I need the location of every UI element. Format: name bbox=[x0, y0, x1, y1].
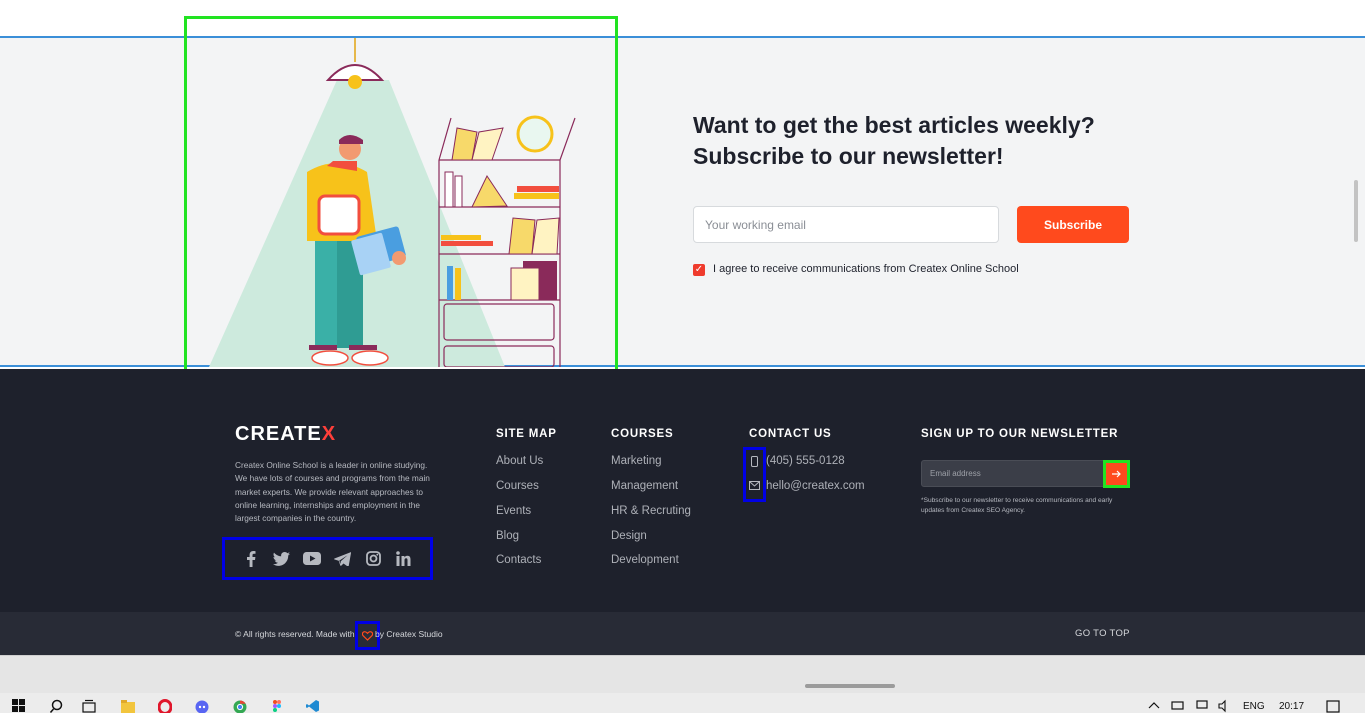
volume-icon[interactable] bbox=[1218, 699, 1232, 713]
browser-bottom-strip bbox=[0, 655, 1365, 693]
courses-link-hr[interactable]: HR & Recruting bbox=[611, 505, 691, 517]
instagram-icon[interactable] bbox=[364, 550, 382, 568]
footer bbox=[0, 369, 1365, 612]
opera-icon[interactable] bbox=[158, 699, 172, 713]
subscribe-button[interactable]: Subscribe bbox=[1017, 206, 1129, 243]
newsletter-title-line1: Want to get the best articles weekly? bbox=[693, 112, 1095, 138]
contact-email[interactable]: hello@createx.com bbox=[766, 480, 865, 492]
task-view-icon[interactable] bbox=[82, 699, 96, 713]
courses-link-marketing[interactable]: Marketing bbox=[611, 455, 662, 467]
vscode-icon[interactable] bbox=[306, 699, 320, 713]
logo-text: CREATE bbox=[235, 423, 322, 445]
file-explorer-icon[interactable] bbox=[121, 699, 135, 713]
youtube-icon[interactable] bbox=[303, 550, 322, 568]
chevron-up-icon[interactable] bbox=[1148, 699, 1162, 713]
arrow-right-icon bbox=[1111, 470, 1121, 478]
footer-email-field[interactable] bbox=[921, 460, 1104, 487]
agree-checkbox[interactable]: ✓ bbox=[693, 264, 705, 276]
windows-start-icon[interactable] bbox=[12, 699, 26, 713]
footer-subscribe-button[interactable] bbox=[1103, 460, 1130, 488]
phone-icon bbox=[751, 456, 758, 467]
agree-label: I agree to receive communications from C… bbox=[713, 263, 1019, 275]
contact-heading: CONTACT US bbox=[749, 428, 832, 440]
logo-accent: X bbox=[321, 423, 337, 445]
telegram-icon[interactable] bbox=[334, 550, 352, 568]
clock[interactable]: 20:17 bbox=[1279, 701, 1304, 712]
figma-icon[interactable] bbox=[270, 699, 284, 713]
site-map-link-contacts[interactable]: Contacts bbox=[496, 554, 541, 566]
notification-icon[interactable] bbox=[1326, 699, 1340, 713]
horizontal-scrollbar-thumb[interactable] bbox=[805, 684, 895, 688]
social-links bbox=[222, 537, 433, 580]
power-icon[interactable] bbox=[1171, 699, 1185, 713]
discord-icon[interactable] bbox=[195, 699, 209, 713]
about-text: Createx Online School is a leader in onl… bbox=[235, 460, 430, 524]
footer-newsletter-note: *Subscribe to our newsletter to receive … bbox=[921, 497, 1113, 514]
copyright-studio: by Createx Studio bbox=[375, 629, 443, 639]
courses-link-development[interactable]: Development bbox=[611, 554, 679, 566]
search-icon[interactable] bbox=[50, 699, 64, 713]
newsletter-title-line2: Subscribe to our newsletter! bbox=[693, 143, 1004, 169]
site-map-link-about[interactable]: About Us bbox=[496, 455, 543, 467]
email-field[interactable] bbox=[693, 206, 999, 243]
site-map-link-courses[interactable]: Courses bbox=[496, 480, 539, 492]
illustration-highlight bbox=[184, 16, 618, 381]
site-map-link-events[interactable]: Events bbox=[496, 505, 531, 517]
chrome-icon[interactable] bbox=[233, 699, 247, 713]
network-icon[interactable] bbox=[1195, 699, 1209, 713]
language-indicator[interactable]: ENG bbox=[1243, 701, 1265, 712]
twitter-icon[interactable] bbox=[273, 550, 291, 568]
go-to-top-link[interactable]: GO TO TOP bbox=[1075, 628, 1130, 639]
courses-link-management[interactable]: Management bbox=[611, 480, 678, 492]
linkedin-icon[interactable] bbox=[395, 550, 413, 568]
site-map-link-blog[interactable]: Blog bbox=[496, 530, 519, 542]
site-map-heading: SITE MAP bbox=[496, 428, 557, 440]
footer-newsletter-heading: SIGN UP TO OUR NEWSLETTER bbox=[921, 428, 1119, 440]
courses-heading: COURSES bbox=[611, 428, 674, 440]
vertical-scrollbar-thumb[interactable] bbox=[1354, 180, 1358, 242]
copyright-text: © All rights reserved. Made with bbox=[235, 629, 355, 639]
contact-phone[interactable]: (405) 555-0128 bbox=[766, 455, 845, 467]
newsletter-title: Want to get the best articles weekly? Su… bbox=[693, 110, 1153, 172]
mail-icon bbox=[749, 481, 760, 490]
heart-icon bbox=[362, 630, 373, 641]
footer-bottom-bar bbox=[0, 612, 1365, 655]
createx-logo[interactable]: CREATEX bbox=[235, 423, 336, 446]
facebook-icon[interactable] bbox=[242, 550, 260, 568]
courses-link-design[interactable]: Design bbox=[611, 530, 647, 542]
